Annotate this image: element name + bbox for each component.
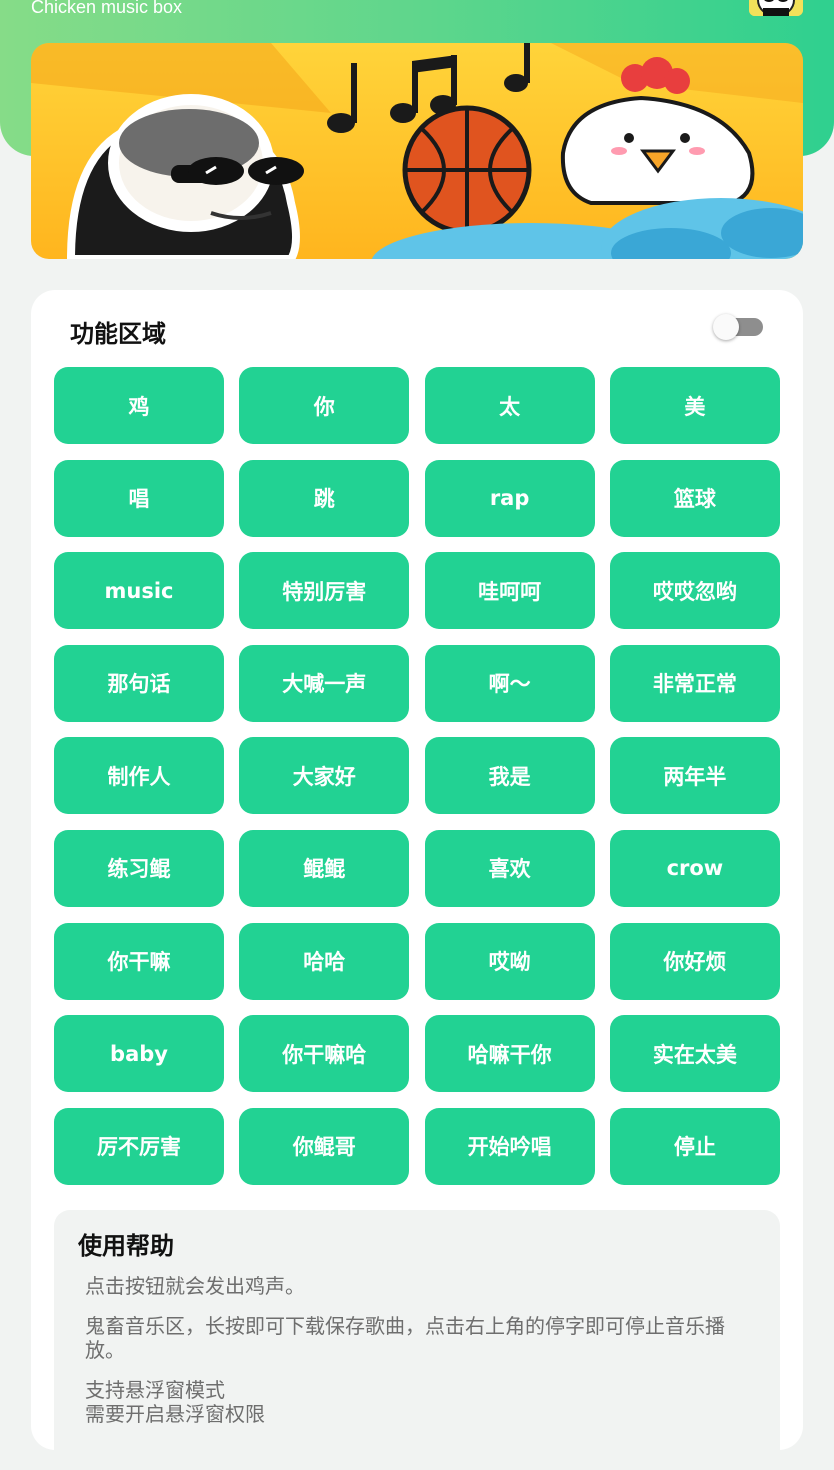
sound-button-shout[interactable]: 大喊一声 bbox=[239, 644, 410, 722]
floating-window-toggle[interactable] bbox=[713, 314, 765, 340]
sound-button-i-am[interactable]: 我是 bbox=[424, 737, 595, 815]
sound-button-two-and-half-years[interactable]: 两年半 bbox=[609, 737, 780, 815]
sound-button-hello-everyone[interactable]: 大家好 bbox=[239, 737, 410, 815]
panel-title: 功能区域 bbox=[70, 320, 166, 348]
sound-button-rap[interactable]: rap bbox=[424, 459, 595, 537]
sound-button-mei[interactable]: 美 bbox=[609, 367, 780, 444]
app-subtitle: Chicken music box bbox=[31, 0, 183, 17]
sound-button-ji[interactable]: 鸡 bbox=[54, 367, 224, 444]
sound-button-ha-ma-gan-ni[interactable]: 哈嘛干你 bbox=[424, 1015, 595, 1093]
banner-image bbox=[31, 43, 803, 259]
sound-button-so-annoying[interactable]: 你好烦 bbox=[609, 922, 780, 1000]
help-title: 使用帮助 bbox=[78, 1232, 174, 1260]
sound-button-haha[interactable]: 哈哈 bbox=[239, 922, 410, 1000]
sound-button-tai[interactable]: 太 bbox=[424, 367, 595, 444]
sound-button-baby[interactable]: baby bbox=[54, 1015, 224, 1093]
sound-button-very-normal[interactable]: 非常正常 bbox=[609, 644, 780, 722]
sound-button-aiai-huyo[interactable]: 哎哎忽哟 bbox=[609, 552, 780, 630]
sound-button-kunkun[interactable]: 鲲鲲 bbox=[239, 829, 410, 907]
sound-button-sing[interactable]: 唱 bbox=[54, 459, 224, 537]
help-paragraph: 支持悬浮窗模式 需要开启悬浮窗权限 bbox=[85, 1378, 265, 1426]
sound-button-very-awesome[interactable]: 特别厉害 bbox=[239, 552, 410, 630]
sound-button-crow[interactable]: crow bbox=[609, 829, 780, 907]
help-section: 使用帮助 点击按钮就会发出鸡声。 鬼畜音乐区，长按即可下载保存歌曲，点击右上角的… bbox=[54, 1210, 780, 1470]
stop-button[interactable]: 停止 bbox=[609, 1107, 780, 1185]
sound-button-aiyo[interactable]: 哎呦 bbox=[424, 922, 595, 1000]
sound-button-that-phrase[interactable]: 那句话 bbox=[54, 644, 224, 722]
toggle-thumb bbox=[713, 314, 739, 340]
help-paragraph: 鬼畜音乐区，长按即可下载保存歌曲，点击右上角的停字即可停止音乐播放。 bbox=[85, 1314, 725, 1362]
sound-button-dance[interactable]: 跳 bbox=[239, 459, 410, 537]
panda-meme-avatar-icon bbox=[749, 0, 803, 16]
sound-button-basketball[interactable]: 篮球 bbox=[609, 459, 780, 537]
sound-button-your-kun-ge[interactable]: 你鲲哥 bbox=[239, 1107, 410, 1185]
sound-button-what-are-you-doing-ha[interactable]: 你干嘛哈 bbox=[239, 1015, 410, 1093]
help-paragraph: 点击按钮就会发出鸡声。 bbox=[85, 1274, 305, 1298]
sound-button-awesome-or-not[interactable]: 厉不厉害 bbox=[54, 1107, 224, 1185]
function-panel: 功能区域 鸡 你 太 美 唱 跳 rap 篮球 music 特别厉害 哇呵呵 哎… bbox=[31, 290, 803, 1470]
sound-button-ah[interactable]: 啊～ bbox=[424, 644, 595, 722]
sound-button-what-are-you-doing[interactable]: 你干嘛 bbox=[54, 922, 224, 1000]
avatar[interactable] bbox=[749, 0, 803, 16]
sound-button-music[interactable]: music bbox=[54, 552, 224, 630]
banner-illustration bbox=[31, 43, 803, 259]
sound-button-wahehe[interactable]: 哇呵呵 bbox=[424, 552, 595, 630]
sound-button-producer[interactable]: 制作人 bbox=[54, 737, 224, 815]
sound-button-like[interactable]: 喜欢 bbox=[424, 829, 595, 907]
sound-button-ni[interactable]: 你 bbox=[239, 367, 410, 444]
sound-button-grid: 鸡 你 太 美 唱 跳 rap 篮球 music 特别厉害 哇呵呵 哎哎忽哟 那… bbox=[54, 367, 780, 1185]
help-body: 点击按钮就会发出鸡声。 鬼畜音乐区，长按即可下载保存歌曲，点击右上角的停字即可停… bbox=[85, 1274, 755, 1442]
sound-button-trainee[interactable]: 练习鲲 bbox=[54, 829, 224, 907]
sound-button-truly-beautiful[interactable]: 实在太美 bbox=[609, 1015, 780, 1093]
sound-button-start-chanting[interactable]: 开始吟唱 bbox=[424, 1107, 595, 1185]
basketball-icon bbox=[402, 105, 532, 235]
